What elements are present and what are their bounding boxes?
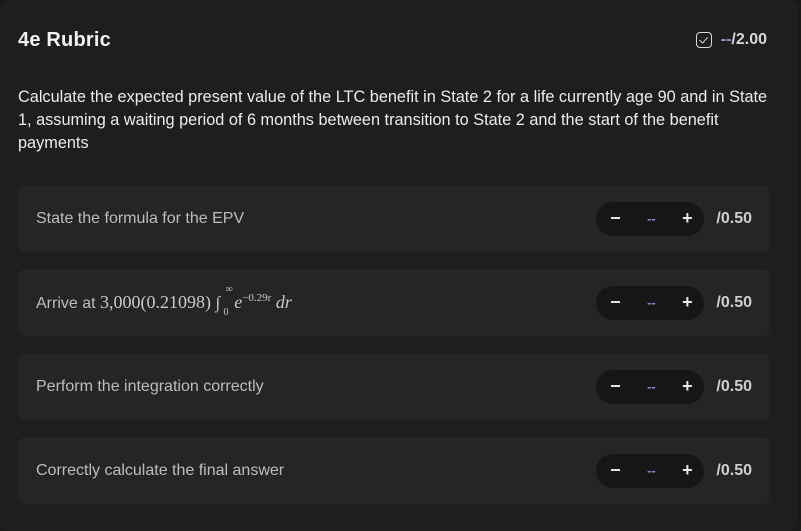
score-stepper: − -- + (596, 285, 705, 320)
rubric-item: Perform the integration correctly − -- +… (18, 353, 770, 420)
score-stepper: − -- + (596, 369, 705, 404)
increment-button[interactable]: + (680, 208, 694, 229)
rubric-item-label-text: Arrive at (36, 295, 96, 312)
checkbox-icon[interactable] (695, 32, 712, 48)
math-exponent: −0.29r (242, 292, 272, 304)
rubric-item-label: Arrive at 3,000(0.21098) ∫ ∞ 0 e−0.29r dr (36, 284, 292, 318)
question-prompt: Calculate the expected present value of … (18, 88, 768, 152)
rubric-title: 4e Rubric (18, 28, 111, 51)
rubric-header: 4e Rubric --/2.00 (18, 26, 767, 54)
rubric-items: State the formula for the EPV − -- + /0.… (18, 185, 770, 521)
max-points: /0.50 (716, 293, 752, 311)
rubric-item-label: Correctly calculate the final answer (36, 461, 285, 479)
score-value[interactable]: -- (647, 379, 656, 394)
total-score-value: -- (720, 31, 732, 48)
integral-upper-bound: ∞ (225, 284, 233, 295)
score-controls: − -- + /0.50 (596, 369, 752, 404)
rubric-item: Correctly calculate the final answer − -… (18, 437, 770, 504)
rubric-item: Arrive at 3,000(0.21098) ∫ ∞ 0 e−0.29r dr −… (18, 269, 770, 336)
total-score-group: --/2.00 (695, 31, 767, 49)
increment-button[interactable]: + (680, 376, 694, 397)
rubric-item-label: Perform the integration correctly (36, 377, 264, 395)
max-points: /0.50 (716, 377, 752, 395)
decrement-button[interactable]: − (608, 208, 622, 229)
math-expression: 3,000(0.21098) ∫ ∞ 0 e−0.29r dr (100, 284, 292, 318)
score-controls: − -- + /0.50 (596, 285, 752, 320)
rubric-item-label: State the formula for the EPV (36, 209, 245, 227)
decrement-button[interactable]: − (608, 376, 622, 397)
total-score: --/2.00 (721, 31, 767, 49)
score-stepper: − -- + (596, 201, 705, 236)
integral-symbol: ∫ ∞ 0 (215, 284, 233, 318)
math-base: e (234, 292, 243, 312)
score-value[interactable]: -- (647, 463, 656, 478)
max-points: /0.50 (716, 209, 752, 227)
math-differential: dr (275, 292, 292, 312)
integral-sign: ∫ (215, 293, 221, 312)
score-controls: − -- + /0.50 (596, 201, 752, 236)
decrement-button[interactable]: − (608, 292, 622, 313)
increment-button[interactable]: + (680, 460, 694, 481)
total-score-max: /2.00 (731, 31, 767, 48)
max-points: /0.50 (716, 461, 752, 479)
score-stepper: − -- + (596, 453, 705, 488)
score-controls: − -- + /0.50 (596, 453, 752, 488)
score-value[interactable]: -- (647, 211, 656, 226)
rubric-item: State the formula for the EPV − -- + /0.… (18, 185, 770, 252)
score-value[interactable]: -- (647, 295, 656, 310)
math-coefficient: 3,000(0.21098) (100, 292, 212, 312)
rubric-panel: 4e Rubric --/2.00 Calculate the expected… (0, 0, 797, 531)
integral-lower-bound: 0 (223, 307, 229, 318)
increment-button[interactable]: + (680, 292, 694, 313)
decrement-button[interactable]: − (608, 460, 622, 481)
